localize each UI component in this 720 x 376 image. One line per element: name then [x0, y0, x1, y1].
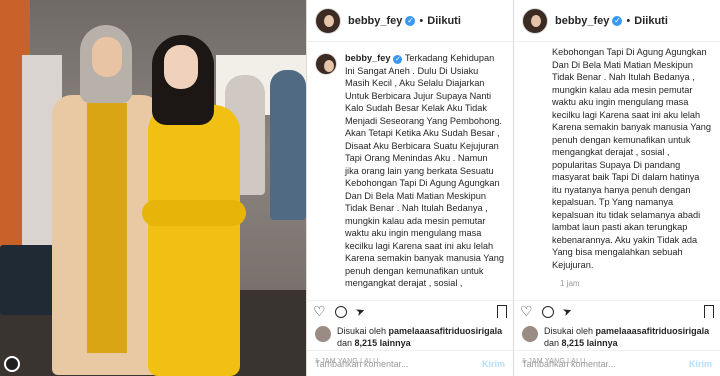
- caption-line: lambat laun pasti akan terungkap: [552, 222, 688, 232]
- caption-line: Karena semakin banyak manusia Yang: [345, 253, 505, 263]
- verified-badge-icon: ✓: [612, 15, 623, 26]
- tag-icon[interactable]: [4, 356, 20, 372]
- caption-line: Ini Sangat Aneh . Dulu Di Usiaku: [345, 65, 479, 76]
- caption-line: Kejujuran.: [552, 259, 594, 270]
- separator: •: [626, 14, 631, 27]
- caption-line: Terkadang Kehidupan: [404, 53, 495, 63]
- follow-status-button[interactable]: Diikuti: [427, 15, 461, 27]
- peplum: [142, 200, 246, 226]
- caption-line: Yang bisa mengalahkan sebuah: [552, 247, 683, 257]
- caption-row: bebby_fey ✓ Terkadang Kehidupan Ini Sanga…: [315, 52, 505, 290]
- avatar[interactable]: [522, 7, 548, 34]
- post-header: bebby_fey ✓ • Diikuti: [307, 0, 513, 42]
- liker-username[interactable]: pamelaaasafitriduosirigala: [596, 326, 710, 336]
- action-bar: [514, 300, 720, 322]
- caption-line: kepalsuan. Tp Yang namanya: [552, 197, 674, 207]
- face: [92, 37, 122, 77]
- caption-line: Dan Di Bela Mati Matian Meskipun: [552, 59, 693, 70]
- caption-line: Akan Tetapi Ketika Aku Sudah Besar ,: [345, 128, 500, 138]
- caption-line: kecilku lagi Karena saat ini aku lelah: [552, 109, 701, 120]
- heart-icon[interactable]: [313, 304, 327, 319]
- caption-line: waktu aku ingin mengulang masa: [552, 97, 689, 107]
- comment-box: Tambahkan komentar... Kirim: [307, 350, 513, 376]
- caption-line: mengangkat derajat , sosial ,: [552, 147, 670, 157]
- caption-line: Dan Di Bela Mati Matian Meskipun: [345, 190, 486, 201]
- background-person-2: [270, 70, 306, 220]
- caption-line: kecilku lagi Karena saat ini aku lelah: [345, 240, 494, 251]
- caption-line: itu nyatanya hanya penuh dengan: [552, 184, 691, 195]
- likes-dan: dan: [337, 338, 353, 348]
- caption-line: kebenarannya. Aku yakin Tidak ada: [552, 234, 698, 245]
- verified-badge-icon: ✓: [405, 15, 416, 26]
- face: [164, 45, 198, 89]
- post-photo[interactable]: [0, 0, 306, 376]
- caption-line: Kebohongan Tapi Di Agung Agungkan: [345, 178, 500, 188]
- share-icon[interactable]: [355, 305, 369, 319]
- comment-input[interactable]: Tambahkan komentar...: [522, 359, 616, 369]
- caption-line: jika orang lain yang berkata Sesuatu: [345, 165, 494, 176]
- dress: [148, 105, 240, 376]
- caption-line: Karena semakin banyak manusia Yang: [552, 122, 712, 132]
- comment-input[interactable]: Tambahkan komentar...: [315, 359, 409, 369]
- share-icon[interactable]: [562, 305, 576, 319]
- caption-line: Masih Kecil , Aku Selalu Diajarkan: [345, 78, 485, 88]
- likes-text: Disukai oleh pamelaaasafitriduosirigala …: [337, 325, 502, 349]
- caption-line: popularitas Supaya Di pandang: [552, 159, 681, 170]
- caption-text: bebby_fey ✓ Terkadang Kehidupan Ini Sanga…: [345, 52, 504, 290]
- action-bar: [307, 300, 513, 322]
- woman-yellow-dress: [140, 35, 250, 376]
- liker-avatar[interactable]: [522, 326, 538, 342]
- caption-line: Kalo Sudah Besar Kelak Aku Tidak: [345, 103, 487, 113]
- caption-line: Tidak Benar . Nah Itulah Bedanya ,: [552, 72, 695, 82]
- caption-line: Kebohongan Tapi Di Agung Agungkan: [552, 47, 707, 57]
- liker-username[interactable]: pamelaaasafitriduosirigala: [389, 326, 503, 336]
- post-panel-left: bebby_fey ✓ • Diikuti bebby_fey ✓ Terkada…: [306, 0, 513, 376]
- verified-badge-icon: ✓: [393, 55, 403, 64]
- send-button[interactable]: Kirim: [689, 359, 712, 369]
- caption-line: waktu aku ingin mengulang masa: [345, 228, 482, 238]
- likes-prefix: Disukai oleh: [337, 326, 387, 336]
- likes-prefix: Disukai oleh: [544, 326, 594, 336]
- caption-text: Kebohongan Tapi Di Agung Agungkan Dan Di…: [552, 46, 712, 271]
- caption-line: Tidak Benar . Nah Itulah Bedanya ,: [345, 203, 488, 213]
- username[interactable]: bebby_fey: [348, 15, 402, 27]
- caption-line: Menjadi Seseorang Yang Pembohong.: [345, 115, 502, 126]
- likes-text: Disukai oleh pamelaaasafitriduosirigala …: [544, 325, 709, 349]
- caption-time: 1 jam: [560, 279, 580, 288]
- liker-avatar[interactable]: [315, 326, 331, 342]
- comment-box: Tambahkan komentar... Kirim: [514, 350, 720, 376]
- caption-area: bebby_fey ✓ Terkadang Kehidupan Ini Sanga…: [307, 42, 513, 300]
- caption-line: Tapi Orang Menindas Aku . Namun: [345, 153, 488, 163]
- caption-username[interactable]: bebby_fey: [345, 53, 390, 63]
- bookmark-icon[interactable]: [497, 305, 507, 318]
- caption-avatar[interactable]: [315, 53, 337, 75]
- follow-status-button[interactable]: Diikuti: [634, 15, 668, 27]
- likes-count[interactable]: 8,215 lainnya: [562, 338, 618, 348]
- caption-line: penuh dengan kemunafikan untuk: [552, 134, 691, 145]
- avatar[interactable]: [315, 7, 341, 34]
- comment-icon[interactable]: [542, 306, 554, 318]
- caption-line: Untuk Berbicara Jujur Supaya Nanti: [345, 90, 492, 101]
- post-panel-right: bebby_fey ✓ • Diikuti Kebohongan Tapi Di…: [513, 0, 720, 376]
- caption-line: mungkin kalau ada mesin pemutar: [552, 84, 693, 95]
- separator: •: [419, 14, 424, 27]
- caption-area: Kebohongan Tapi Di Agung Agungkan Dan Di…: [514, 42, 720, 300]
- post-header: bebby_fey ✓ • Diikuti: [514, 0, 720, 42]
- caption-line: mungkin kalau ada mesin pemutar: [345, 215, 486, 226]
- likes-dan: dan: [544, 338, 560, 348]
- comment-icon[interactable]: [335, 306, 347, 318]
- caption-line: masyarat baik Tapi Di dalam hatinya: [552, 172, 700, 182]
- caption-line: penuh dengan kemunafikan untuk: [345, 265, 484, 276]
- dress: [87, 103, 127, 353]
- heart-icon[interactable]: [520, 304, 534, 319]
- username[interactable]: bebby_fey: [555, 15, 609, 27]
- send-button[interactable]: Kirim: [482, 359, 505, 369]
- caption-line: Disaat Aku Berbicara Suatu Kejujuran: [345, 140, 499, 151]
- likes-count[interactable]: 8,215 lainnya: [355, 338, 411, 348]
- bookmark-icon[interactable]: [704, 305, 714, 318]
- caption-line: kepalsuan itu tidak selamanya abadi: [552, 209, 701, 220]
- caption-line: mengangkat derajat , sosial ,: [345, 278, 463, 288]
